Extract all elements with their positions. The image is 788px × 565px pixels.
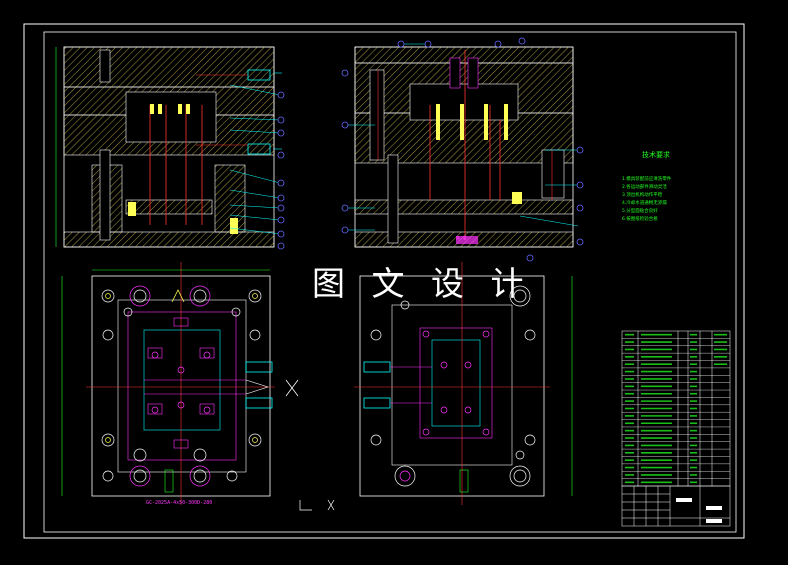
plan-view-left-holes bbox=[101, 285, 262, 487]
plan-view-left-runners bbox=[144, 317, 246, 449]
technical-note-line: 2.各运动部件滑动灵活 bbox=[622, 185, 667, 190]
technical-notes-title: 技术要求 bbox=[642, 151, 670, 159]
technical-note-line: 3.顶出机构动作平稳 bbox=[622, 193, 663, 198]
technical-note-line: 1.模具装配前应清洗零件 bbox=[622, 177, 672, 182]
technical-note-line: 5.分型面贴合良好 bbox=[622, 209, 658, 214]
parts-list-table bbox=[621, 330, 731, 487]
plan-view-left bbox=[61, 262, 275, 505]
technical-note-line: 6.按图纸检验合格 bbox=[622, 217, 658, 222]
plan-view-right-holes bbox=[370, 285, 536, 487]
coordinate-axis-icon bbox=[299, 499, 335, 511]
section-view-right bbox=[354, 46, 574, 248]
view-separator-x bbox=[285, 379, 299, 397]
technical-notes-body: 1.模具装配前应清洗零件 2.各运动部件滑动灵活 3.顶出机构动作平稳 4.冷却… bbox=[622, 176, 722, 224]
watermark-text: 图 文 设 计 bbox=[312, 264, 532, 303]
plan-view-caption: GC-2025A-4x50-300D-280 bbox=[146, 500, 213, 506]
technical-note-line: 4.冷却水道通畅无渗漏 bbox=[622, 201, 667, 206]
title-block bbox=[621, 485, 731, 527]
part-tag-label: A-D bbox=[456, 235, 467, 242]
